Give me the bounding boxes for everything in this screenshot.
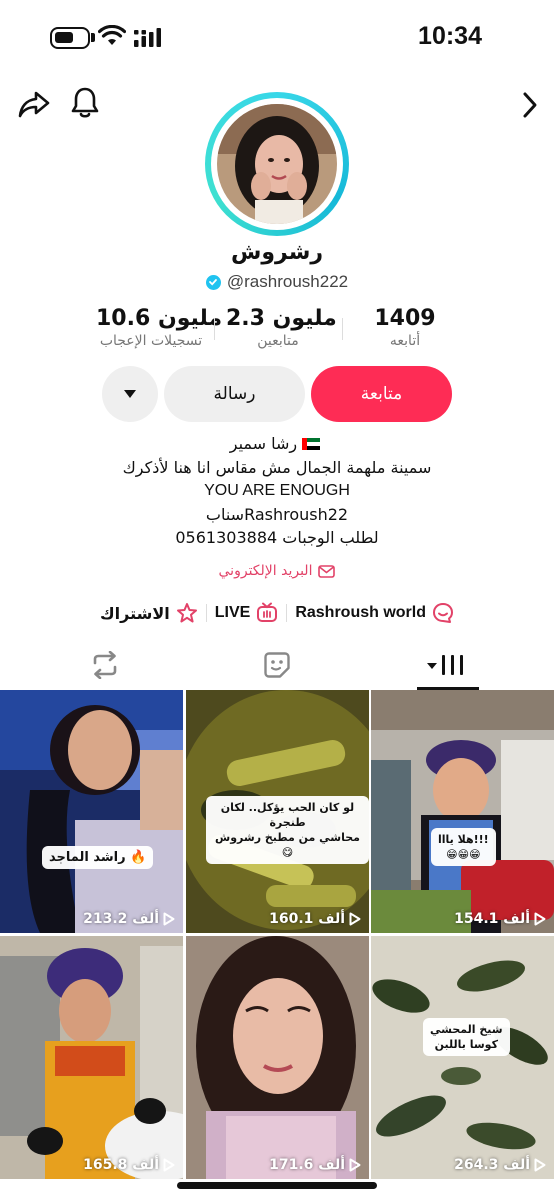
username-row: @rashroush222 [0,272,554,292]
stat-likes: 10.6 مليون تسجيلات الإعجاب [96,306,223,349]
uae-flag-icon [302,433,321,450]
play-icon [534,912,546,926]
live-link[interactable]: LIVE [207,602,287,624]
avatar-ring[interactable] [205,92,349,236]
bio-line: رشا سمير [0,432,554,456]
likes-label: تسجيلات الإعجاب [99,333,203,349]
tab-videos[interactable] [372,640,522,690]
play-icon [534,1158,546,1172]
tab-reposts[interactable] [30,640,180,690]
likes-count: 10.6 مليون [96,306,223,331]
message-button[interactable]: رسالة [164,366,305,422]
chat-bubble-icon [433,603,453,623]
username: @rashroush222 [226,272,349,291]
bell-icon[interactable] [70,86,100,120]
video-tile[interactable]: لو كان الحب يؤكل.. لكان طنجرة محاشي من م… [186,690,369,933]
display-name: رشروش [230,240,324,265]
live-label: LIVE [214,604,251,621]
stat-divider [214,318,215,340]
play-icon [349,912,361,926]
repost-icon [93,651,117,679]
view-count: 264.3 ألف [454,1157,546,1173]
video-tile[interactable]: 171.6 ألف [186,936,369,1179]
avatar[interactable] [217,104,337,224]
stat-followers[interactable]: 2.3 مليون متابعين [226,306,337,349]
email-label: البريد الإلكتروني [218,563,313,579]
video-caption: راشد الماجد 🔥 [42,846,154,869]
community-label: Rashroush world [295,604,426,621]
following-count: 1409 [374,306,436,331]
play-icon [163,912,175,926]
profile-tabs [0,640,554,690]
bio-line: 0561303884 لطلب الوجبات [175,528,379,547]
follow-button[interactable]: متابعة [311,366,452,422]
wifi-icon [98,25,126,45]
play-icon [349,1158,361,1172]
subscribe-label: الاشتراك [99,603,170,623]
play-icon [163,1158,175,1172]
view-count: 160.1 ألف [269,911,361,927]
stat-divider [342,318,343,340]
view-count: 171.6 ألف [269,1157,361,1173]
envelope-icon [318,564,336,578]
bio-line: سنابRashroush22 [205,504,349,524]
more-options-button[interactable] [102,366,158,422]
signal-icon [134,28,161,47]
stat-following[interactable]: 1409 أتابعه [362,306,448,349]
subscribe-star-icon [176,603,197,623]
share-icon[interactable] [18,88,50,120]
battery-icon [50,27,90,49]
verified-icon [205,274,221,290]
video-tile[interactable]: شيخ المحشي كوسا باللبن 264.3 ألف [371,936,554,1179]
live-tv-icon [257,602,278,622]
email-link[interactable]: البريد الإلكتروني [0,563,554,579]
chevron-right-icon[interactable] [520,90,540,120]
bio: رشا سمير سمينة ملهمة الجمال مش مقاس انا … [0,432,554,550]
video-tile[interactable]: هلا يااا!!! 😁😁😁 154.1 ألف [371,690,554,933]
view-count: 165.8 ألف [83,1157,175,1173]
following-label: أتابعه [389,333,421,349]
profile-links: الاشتراك LIVE Rashroush world [0,598,554,628]
video-caption: هلا يااا!!! 😁😁😁 [431,828,496,866]
followers-label: متابعين [257,333,299,349]
video-tile[interactable]: 165.8 ألف [0,936,183,1179]
view-count: 154.1 ألف [454,911,546,927]
status-bar: 10:34 [0,0,554,80]
caret-down-icon [124,390,136,398]
view-count: 213.2 ألف [83,911,175,927]
bio-line: سمينة ملهمة الجمال مش مقاس انا هنا لأذكر… [122,457,432,477]
video-caption: لو كان الحب يؤكل.. لكان طنجرة محاشي من م… [206,796,369,864]
home-indicator[interactable] [177,1182,377,1189]
bio-line: YOU ARE ENOUGH [204,482,350,499]
subscribe-link[interactable]: الاشتراك [92,602,206,624]
followers-count: 2.3 مليون [226,306,337,331]
sticker-face-icon [264,652,290,678]
video-caption: شيخ المحشي كوسا باللبن [423,1018,510,1056]
tab-favorites[interactable] [202,640,352,690]
status-time: 10:34 [418,22,482,50]
video-tile[interactable]: راشد الماجد 🔥 213.2 ألف [0,690,183,933]
videos-grid-icon [427,655,463,675]
community-link[interactable]: Rashroush world [287,602,462,624]
